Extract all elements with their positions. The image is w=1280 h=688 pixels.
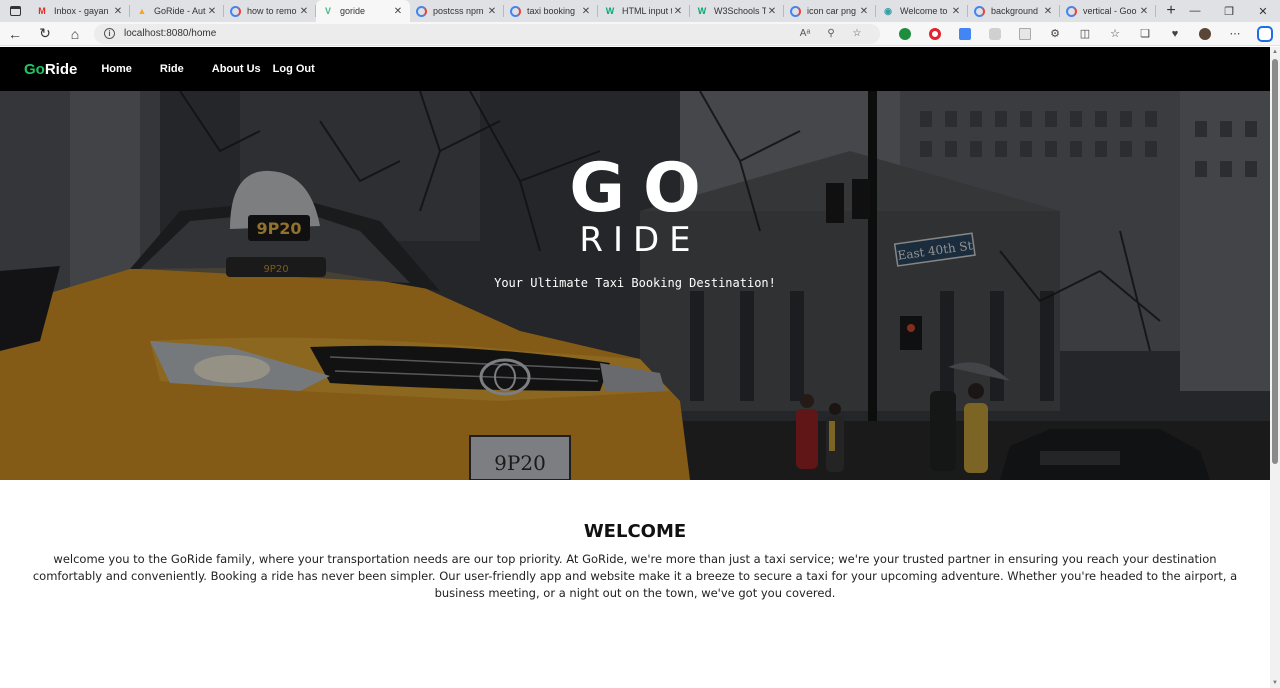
tab-title: W3Schools Tr	[714, 6, 766, 16]
browser-toolbar: ← ↻ ⌂ i localhost:8080/home Aᵃ ⚲ ☆ ⚙ ◫ ☆…	[0, 22, 1280, 46]
tab-close-icon[interactable]: ✕	[298, 6, 310, 17]
back-icon[interactable]: ←	[0, 22, 30, 46]
google-icon	[790, 5, 801, 17]
browser-tab[interactable]: M Inbox - gayan ✕	[30, 0, 130, 22]
browser-tab[interactable]: how to remo ✕	[224, 0, 316, 22]
tab-title: how to remo	[247, 6, 297, 16]
favorites-icon[interactable]: ☆	[1100, 22, 1130, 46]
browser-tab[interactable]: Vgoride ✕	[316, 0, 410, 22]
extensions-puzzle-icon[interactable]: ⚙	[1040, 22, 1070, 46]
google-icon	[510, 5, 521, 17]
hero-title: GO	[569, 149, 719, 228]
google-icon	[1066, 5, 1077, 17]
logo-go-text: Go	[24, 60, 45, 78]
tab-actions-menu-icon[interactable]	[0, 0, 30, 22]
tab-close-icon[interactable]: ✕	[486, 6, 498, 17]
page-scrollbar[interactable]: ▲ ▼	[1270, 47, 1280, 688]
tab-title: vertical - Goo	[1083, 6, 1137, 16]
close-window-icon[interactable]: ✕	[1246, 0, 1280, 22]
tab-close-icon[interactable]: ✕	[950, 6, 962, 17]
favorite-star-icon[interactable]: ☆	[844, 28, 870, 39]
w3schools-icon: W	[605, 6, 615, 16]
browser-tab[interactable]: vertical - Goo ✕	[1060, 0, 1156, 22]
tab-close-icon[interactable]: ✕	[206, 6, 218, 17]
hero-subtitle: RIDE	[579, 220, 701, 260]
tab-title: postcss npm	[433, 6, 484, 16]
welcome-section: WELCOME welcome you to the GoRide family…	[0, 480, 1270, 602]
tab-list: M Inbox - gayan ✕ ▲ GoRide - Auth ✕ how to rem…	[30, 0, 1156, 22]
google-icon	[230, 5, 241, 17]
tab-close-icon[interactable]: ✕	[1042, 6, 1054, 17]
goride-logo[interactable]: GoRide	[24, 61, 77, 78]
tab-close-icon[interactable]: ✕	[672, 6, 684, 17]
restore-icon[interactable]: ❐	[1212, 0, 1246, 22]
tab-title: icon car png	[807, 6, 857, 16]
home-icon[interactable]: ⌂	[60, 22, 90, 46]
browser-tab[interactable]: ▲ GoRide - Auth ✕	[130, 0, 224, 22]
hero-tagline: Your Ultimate Taxi Booking Destination!	[494, 276, 776, 290]
web-page: GoRide Home Ride About Us Log Out East 4…	[0, 47, 1270, 688]
window-controls: — ❐ ✕	[1178, 0, 1280, 22]
browser-tab[interactable]: postcss npm ✕	[410, 0, 504, 22]
firebase-icon: ▲	[137, 6, 147, 16]
nav-log-out-link[interactable]: Log Out	[273, 63, 315, 75]
profile-avatar[interactable]	[1190, 22, 1220, 46]
zoom-icon[interactable]: ⚲	[818, 28, 844, 39]
address-bar[interactable]: i localhost:8080/home Aᵃ ⚲ ☆	[94, 23, 880, 44]
tab-close-icon[interactable]: ✕	[580, 6, 592, 17]
welcome-heading: WELCOME	[583, 521, 687, 542]
reload-icon[interactable]: ↻	[30, 22, 60, 46]
collections-icon[interactable]: ❏	[1130, 22, 1160, 46]
nav-home-link[interactable]: Home	[101, 63, 132, 75]
extension-green-shield-icon[interactable]	[890, 22, 920, 46]
browser-tab[interactable]: W HTML input t ✕	[598, 0, 690, 22]
tab-close-icon[interactable]: ✕	[858, 6, 870, 17]
tab-title: HTML input t	[622, 6, 672, 16]
logo-ride-text: Ride	[44, 60, 78, 78]
settings-more-icon[interactable]: ⋯	[1220, 22, 1250, 46]
scrollbar-thumb[interactable]	[1272, 59, 1278, 464]
google-icon	[416, 5, 427, 17]
tab-title: taxi booking	[527, 6, 576, 16]
welcome-body: welcome you to the GoRide family, where …	[32, 552, 1238, 600]
site-navbar: GoRide Home Ride About Us Log Out	[0, 47, 1270, 91]
tab-close-icon[interactable]: ✕	[1138, 6, 1150, 17]
performance-icon[interactable]: ♥	[1160, 22, 1190, 46]
read-aloud-icon[interactable]: Aᵃ	[792, 28, 818, 39]
site-info-icon[interactable]: i	[104, 28, 115, 39]
nav-about-us-link[interactable]: About Us	[212, 63, 261, 75]
vue-icon: V	[324, 6, 331, 16]
browser-tab-strip: M Inbox - gayan ✕ ▲ GoRide - Auth ✕ how to rem…	[0, 0, 1280, 22]
browser-tab[interactable]: ◉ Welcome to G✕	[876, 0, 968, 22]
translate-extension-icon[interactable]	[950, 22, 980, 46]
tab-close-icon[interactable]: ✕	[392, 6, 404, 17]
split-screen-icon[interactable]: ◫	[1070, 22, 1100, 46]
site-icon: ◉	[884, 5, 892, 16]
tab-title: Welcome to G	[900, 6, 950, 16]
w3schools-icon: W	[697, 6, 707, 16]
browser-tab[interactable]: icon car png ✕	[784, 0, 876, 22]
tab-close-icon[interactable]: ✕	[766, 6, 778, 17]
minimize-icon[interactable]: —	[1178, 0, 1212, 22]
google-icon	[974, 5, 985, 17]
tab-close-icon[interactable]: ✕	[112, 6, 124, 17]
tab-title: GoRide - Auth	[154, 6, 206, 16]
scroll-up-icon[interactable]: ▲	[1271, 49, 1279, 55]
extension-grey-icon[interactable]	[980, 22, 1010, 46]
opera-extension-icon[interactable]	[920, 22, 950, 46]
url-text[interactable]: localhost:8080/home	[124, 28, 792, 39]
scroll-down-icon[interactable]: ▼	[1271, 680, 1279, 686]
tab-title: background	[991, 6, 1039, 16]
hero-text-block: GO RIDE Your Ultimate Taxi Booking Desti…	[0, 149, 1270, 291]
tab-title: goride	[340, 6, 366, 16]
hero-banner: East 40th St 9P20 9P20 9P20 GO RIDE Your…	[0, 91, 1270, 480]
gmail-icon: M	[38, 6, 46, 16]
tab-title: Inbox - gayan	[54, 6, 109, 16]
browser-tab[interactable]: taxi booking ✕	[504, 0, 598, 22]
browser-tab[interactable]: W W3Schools Tr ✕	[690, 0, 784, 22]
copilot-icon[interactable]	[1250, 22, 1280, 46]
browser-tab[interactable]: background ✕	[968, 0, 1060, 22]
nav-ride-link[interactable]: Ride	[160, 63, 184, 75]
extension-page-icon[interactable]	[1010, 22, 1040, 46]
